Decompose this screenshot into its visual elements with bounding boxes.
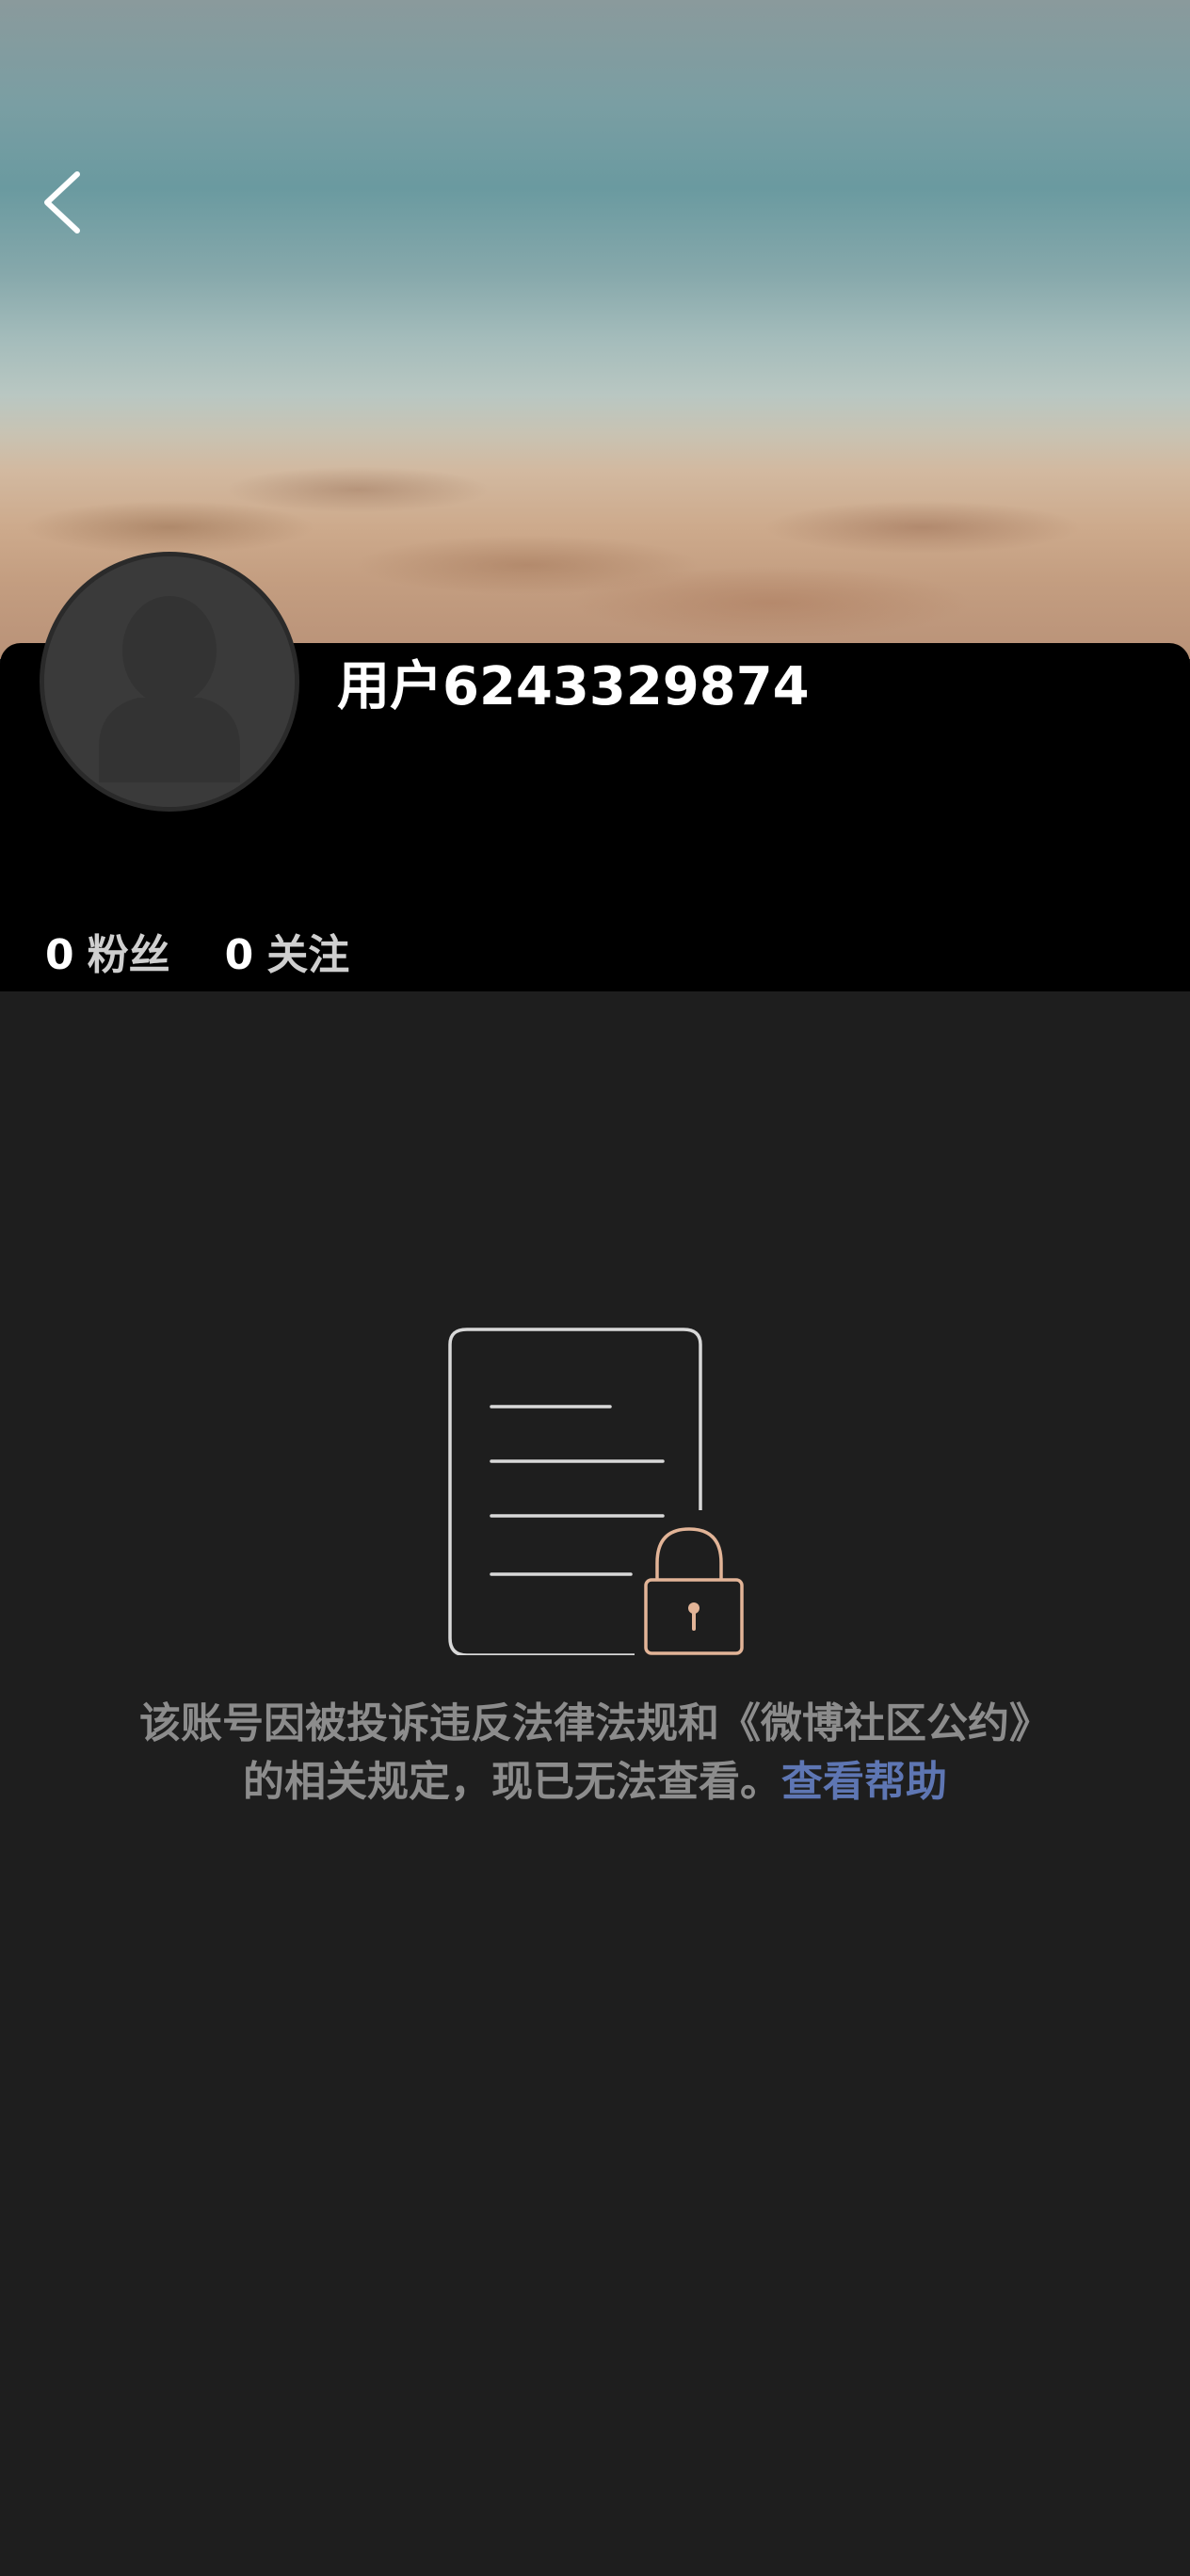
profile-stats: 0 粉丝 0 关注: [45, 927, 349, 984]
default-avatar-icon: [44, 556, 295, 807]
following-stat[interactable]: 0 关注: [225, 927, 350, 984]
fans-count: 0: [45, 931, 74, 979]
avatar[interactable]: [40, 552, 299, 812]
back-button[interactable]: [38, 165, 94, 240]
following-label: 关注: [266, 931, 350, 979]
fans-stat[interactable]: 0 粉丝: [45, 927, 170, 984]
profile-page: 用户6243329874 0 粉丝 0 关注 该账号因被投诉违反法律法规和《微博…: [0, 0, 1190, 2576]
chevron-left-icon: [44, 171, 80, 233]
username: 用户6243329874: [337, 656, 810, 717]
locked-document-icon: [448, 1328, 744, 1655]
help-link[interactable]: 查看帮助: [781, 1758, 947, 1806]
account-blocked-notice: 该账号因被投诉违反法律法规和《微博社区公约》的相关规定，现已无法查看。查看帮助: [122, 1695, 1068, 1811]
fans-label: 粉丝: [87, 931, 170, 979]
following-count: 0: [224, 931, 254, 979]
